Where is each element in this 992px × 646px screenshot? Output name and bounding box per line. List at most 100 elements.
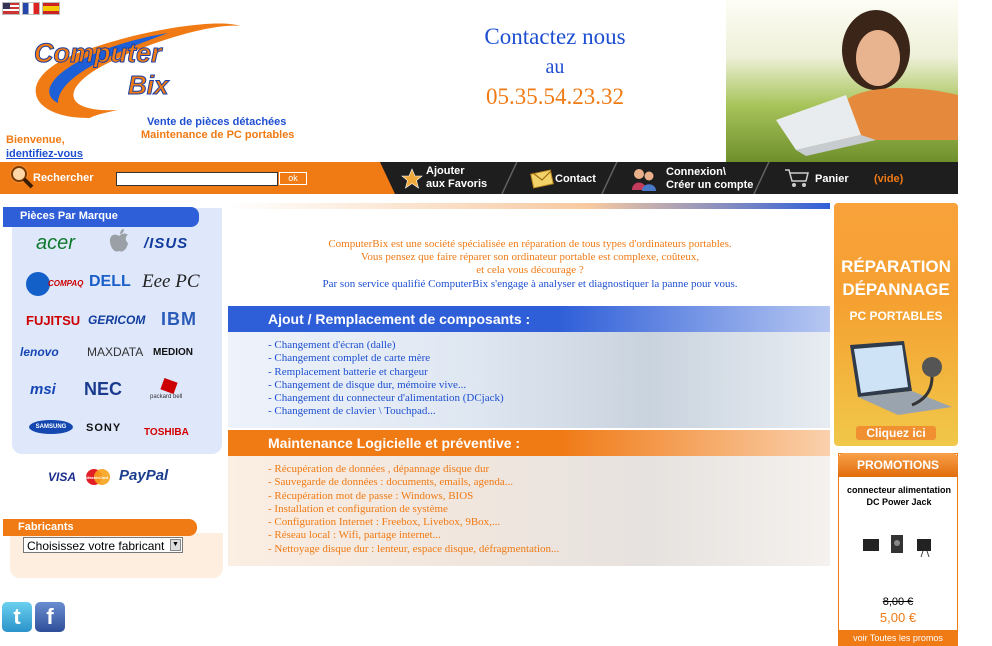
list-item: - Changement du connecteur d'alimentatio… — [268, 392, 504, 405]
section1-title-bar: Ajout / Remplacement de composants : — [228, 306, 830, 332]
contact-phone: 05.35.54.23.32 — [486, 84, 624, 109]
laptop-stethoscope-icon — [842, 333, 954, 418]
account-users-icon[interactable] — [630, 166, 658, 192]
contact-au: au — [545, 56, 565, 78]
logo[interactable]: Computer Bix — [18, 18, 248, 128]
add-favorites-line1: Ajouter — [426, 165, 465, 177]
dc-power-jack-icon[interactable] — [861, 533, 939, 558]
brand-sony-logo[interactable]: SONY — [86, 422, 121, 434]
brand-msi-logo[interactable]: msi — [30, 381, 56, 398]
nav-divider — [752, 162, 772, 194]
search-input[interactable] — [116, 172, 278, 186]
manufacturers-title: Fabricants — [3, 519, 197, 536]
contact-link[interactable]: Contact — [555, 173, 596, 186]
login-line2: Créer un compte — [666, 179, 754, 191]
manufacturer-select[interactable]: Choisissez votre fabricant ▼ — [23, 537, 183, 553]
manufacturer-select-value: Choisissez votre fabricant — [27, 539, 165, 553]
woman-laptop-illustration-icon — [776, 10, 958, 156]
nav-divider — [500, 162, 520, 194]
brand-fujitsu-logo[interactable]: FUJITSU — [26, 313, 80, 328]
contact-title: Contactez nous — [484, 24, 626, 49]
logo-text-bix: Bix — [127, 70, 169, 101]
list-item: - Changement d'écran (dalle) — [268, 339, 396, 351]
brand-medion-logo[interactable]: MEDION — [153, 347, 193, 358]
brand-asus-logo[interactable]: /ISUS — [144, 235, 188, 252]
brand-lenovo-logo[interactable]: lenovo — [20, 345, 59, 359]
list-item: - Changement complet de carte mère — [268, 352, 431, 365]
visa-logo: VISA — [48, 470, 77, 484]
ad-line3: PC PORTABLES — [849, 309, 943, 323]
repair-ad-banner[interactable]: RÉPARATION DÉPANNAGE PC PORTABLES Clique… — [834, 203, 958, 446]
list-item: - Récupération mot de passe : Windows, B… — [268, 489, 474, 502]
ad-line2: DÉPANNAGE — [842, 280, 950, 299]
brand-acer-logo[interactable]: acer — [36, 232, 75, 255]
spanish-flag-icon[interactable] — [42, 2, 60, 15]
mastercard-label: MasterCard — [86, 475, 109, 480]
favorites-star-icon[interactable] — [401, 168, 423, 190]
list-item: - Changement de disque dur, mémoire vive… — [268, 378, 467, 391]
search-ok-button[interactable]: ok — [279, 172, 307, 185]
tagline-maintenance: Maintenance de PC portables — [141, 129, 295, 141]
brand-packardbell-logo[interactable]: packard bell — [150, 394, 182, 400]
intro-line-4: Par son service qualifié ComputerBix s'e… — [322, 278, 738, 290]
add-favorites-link[interactable]: Ajouter aux Favoris — [426, 165, 487, 191]
list-item: - Récupération de données , dépannage di… — [268, 463, 490, 475]
login-link[interactable]: identifiez-vous — [6, 148, 83, 160]
intro-line-3: et cela vous décourage ? — [476, 264, 584, 276]
tagline-sales: Vente de pièces détachées — [147, 116, 287, 128]
contact-envelope-icon[interactable] — [530, 167, 554, 189]
login-create-account-link[interactable]: Connexion\ Créer un compte — [666, 166, 753, 192]
twitter-icon[interactable]: t — [2, 602, 32, 632]
list-item: - Installation et configuration de systè… — [268, 502, 448, 515]
list-item: - Remplacement batterie et chargeur — [268, 365, 428, 378]
cart-status: (vide) — [874, 173, 904, 185]
nav-divider — [600, 162, 620, 194]
intro-line-1: ComputerBix est une société spécialisée … — [328, 238, 732, 250]
brand-gericom-logo[interactable]: GERICOM — [88, 313, 145, 327]
promo-new-price: 5,00 € — [879, 610, 917, 625]
brands-title: Pièces Par Marque — [3, 207, 199, 227]
promotions-title: PROMOTIONS — [838, 453, 958, 477]
ad-line1: RÉPARATION — [841, 257, 951, 276]
promo-product-name[interactable]: connecteur alimentation DC Power Jack — [842, 484, 956, 508]
brand-hp-logo-icon[interactable] — [26, 272, 50, 296]
english-flag-icon[interactable] — [2, 2, 20, 15]
login-line1: Connexion\ — [666, 166, 726, 178]
list-item: - Changement de clavier \ Touchpad... — [268, 405, 436, 418]
section2-list: - Récupération de données , dépannage di… — [268, 463, 559, 556]
section1-title: Ajout / Remplacement de composants : — [268, 311, 531, 327]
ad-cta-button[interactable]: Cliquez ici — [856, 426, 936, 440]
shopping-cart-icon[interactable] — [784, 168, 810, 188]
brand-nec-logo[interactable]: NEC — [84, 379, 122, 400]
facebook-icon[interactable]: f — [35, 602, 65, 632]
french-flag-icon[interactable] — [22, 2, 40, 15]
section2-title: Maintenance Logicielle et préventive : — [268, 435, 521, 451]
welcome-text: Bienvenue, — [6, 134, 65, 146]
brand-apple-logo-icon[interactable] — [108, 228, 130, 254]
cart-link[interactable]: Panier — [815, 173, 849, 186]
brand-toshiba-logo[interactable]: TOSHIBA — [144, 427, 189, 438]
hero-photo — [726, 0, 958, 162]
list-item: - Configuration Internet : Freebox, Live… — [268, 516, 501, 529]
brand-dell-logo[interactable]: DELL — [89, 273, 131, 291]
add-favorites-line2: aux Favoris — [426, 178, 488, 190]
chevron-down-icon: ▼ — [170, 539, 181, 551]
section2-title-bar: Maintenance Logicielle et préventive : — [228, 430, 830, 456]
list-item: - Nettoyage disque dur : lenteur, espace… — [268, 542, 560, 555]
brand-ibm-logo[interactable]: IBM — [161, 309, 197, 330]
promo-see-all-link[interactable]: voir Toutes les promos — [838, 630, 958, 646]
list-item: - Réseau local : Wifi, partage internet.… — [268, 529, 441, 542]
search-magnifier-icon — [8, 163, 34, 189]
paypal-logo: PayPal — [119, 467, 169, 484]
section1-list: - Changement d'écran (dalle) - Changemen… — [268, 339, 504, 419]
brand-eeepc-logo[interactable]: Eee PC — [142, 271, 200, 293]
brand-samsung-logo[interactable]: SAMSUNG — [29, 420, 73, 434]
list-item: - Sauvegarde de données : documents, ema… — [268, 476, 513, 489]
main-top-stripe — [228, 203, 830, 209]
brand-compaq-logo[interactable]: COMPAQ — [48, 279, 83, 288]
brand-maxdata-logo[interactable]: MAXDATA — [87, 345, 143, 359]
intro-line-2: Vous pensez que faire réparer son ordina… — [360, 251, 700, 263]
promo-old-price: 8,00 € — [882, 596, 914, 608]
search-label: Rechercher — [33, 172, 94, 184]
logo-text-computer: Computer — [34, 38, 162, 69]
